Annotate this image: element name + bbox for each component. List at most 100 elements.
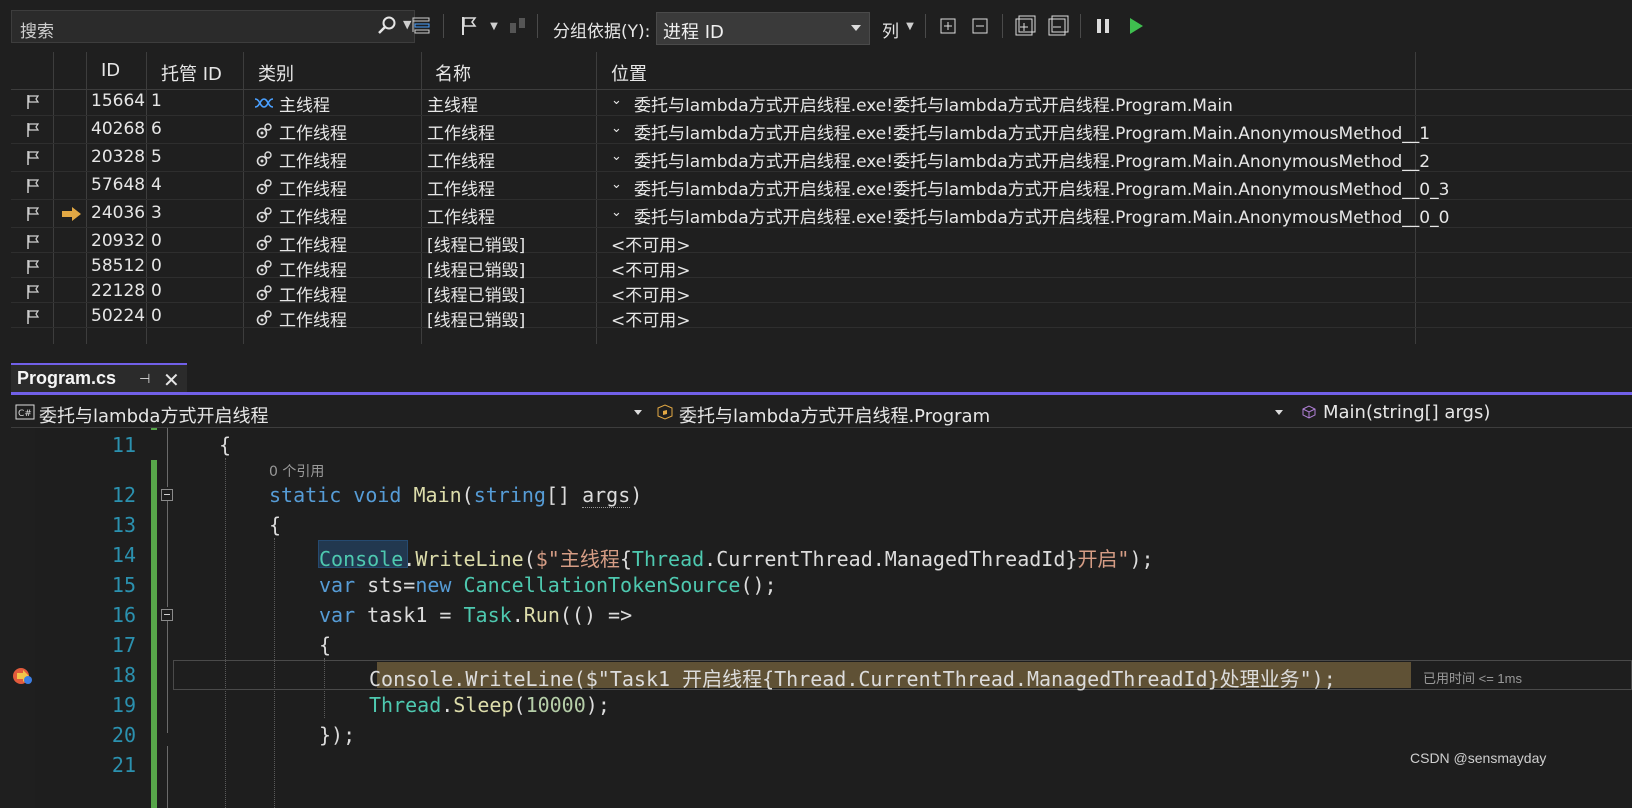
project-dropdown[interactable]: C# 委托与lambda方式开启线程 bbox=[11, 398, 647, 427]
member-dropdown[interactable]: Main(string[] args) bbox=[1295, 398, 1632, 426]
method-icon bbox=[1302, 405, 1316, 419]
code-line-19[interactable]: Thread.Sleep(10000); bbox=[369, 693, 610, 717]
line-number: 19 bbox=[111, 693, 136, 717]
pause-icon[interactable] bbox=[1089, 12, 1117, 40]
table-row[interactable]: 57648 4 工作线程 工作线程 ⌄ 委托与lambda方式开启线程.exe!委托与la… bbox=[11, 172, 1632, 200]
header-id[interactable]: ID bbox=[101, 60, 120, 81]
worker-thread-icon bbox=[256, 310, 272, 326]
flag-icon[interactable] bbox=[26, 259, 40, 275]
line-number: 13 bbox=[111, 513, 136, 537]
code-line-13[interactable]: { bbox=[269, 513, 281, 537]
line-number: 12 bbox=[111, 483, 136, 507]
table-row[interactable]: 20328 5 工作线程 工作线程 ⌄ 委托与lambda方式开启线程.exe!委托与la… bbox=[11, 144, 1632, 172]
member-name: Main(string[] args) bbox=[1323, 402, 1491, 423]
cell-name: 工作线程 bbox=[427, 124, 495, 144]
cell-id: 15664 bbox=[91, 91, 146, 111]
fold-guide bbox=[167, 428, 168, 487]
change-indicator bbox=[151, 460, 157, 808]
collapse-icon[interactable] bbox=[161, 489, 173, 501]
cell-category: 工作线程 bbox=[279, 208, 347, 228]
collapse-all-callstacks-icon[interactable] bbox=[1044, 12, 1072, 40]
cell-location[interactable]: 委托与lambda方式开启线程.exe!委托与lambda方式开启线程.Prog… bbox=[634, 147, 1430, 172]
elapsed-time-hint[interactable]: 已用时间 <= 1ms bbox=[1423, 668, 1522, 687]
columns-dropdown-icon[interactable]: ▼ bbox=[896, 12, 924, 40]
cell-managed-id: 5 bbox=[151, 147, 162, 167]
tab-program-cs[interactable]: Program.cs ⊣ ✕ bbox=[11, 363, 187, 394]
type-name: 委托与lambda方式开启线程.Program bbox=[679, 406, 991, 427]
search-input[interactable]: 搜索 bbox=[20, 17, 54, 42]
cell-location[interactable]: 委托与lambda方式开启线程.exe!委托与lambda方式开启线程.Prog… bbox=[634, 175, 1449, 200]
code-line-18[interactable]: Console.WriteLine($"Task1 开启线程{Thread.Cu… bbox=[369, 663, 1336, 692]
flag-icon[interactable] bbox=[26, 150, 40, 166]
glyph-margin[interactable] bbox=[11, 428, 35, 808]
code-editor[interactable]: 10 11 12 13 14 15 16 17 18 19 20 21 inte… bbox=[11, 428, 1632, 808]
cell-managed-id: 0 bbox=[151, 231, 162, 251]
code-line-20[interactable]: }); bbox=[319, 723, 355, 747]
collapse-groups-icon[interactable] bbox=[966, 12, 994, 40]
code-line-16[interactable]: var task1 = Task.Run(() => bbox=[319, 603, 632, 627]
project-name: 委托与lambda方式开启线程 bbox=[39, 406, 269, 427]
header-name[interactable]: 名称 bbox=[435, 60, 471, 86]
code-line-15[interactable]: var sts=new CancellationTokenSource(); bbox=[319, 573, 777, 597]
worker-thread-icon bbox=[256, 207, 272, 223]
expand-groups-icon[interactable] bbox=[934, 12, 962, 40]
code-line-12[interactable]: static void Main(string[] args) bbox=[269, 483, 642, 508]
flag-icon[interactable] bbox=[455, 12, 483, 40]
chevron-down-icon[interactable]: ⌄ bbox=[611, 205, 622, 220]
worker-thread-icon bbox=[256, 151, 272, 167]
chevron-down-icon[interactable]: ⌄ bbox=[611, 121, 622, 136]
threads-grid: ID 托管 ID 类别 名称 位置 15664 1 主线程 主线程 ⌄ 委托与lambda… bbox=[11, 52, 1632, 344]
collapse-icon[interactable] bbox=[161, 609, 173, 621]
flag-icon[interactable] bbox=[26, 284, 40, 300]
table-row[interactable]: 50224 0 工作线程 [线程已销毁] <不可用> bbox=[11, 303, 1632, 331]
freeze-threads-icon[interactable] bbox=[504, 12, 532, 40]
navigation-bar: C# 委托与lambda方式开启线程 委托与lambda方式开启线程.Progr… bbox=[11, 396, 1632, 428]
flag-icon[interactable] bbox=[26, 94, 40, 110]
cell-managed-id: 3 bbox=[151, 203, 162, 223]
current-statement-icon[interactable] bbox=[11, 665, 35, 687]
table-row[interactable]: 22128 0 工作线程 [线程已销毁] <不可用> bbox=[11, 278, 1632, 306]
table-row[interactable]: 24036 3 工作线程 工作线程 ⌄ 委托与lambda方式开启线程.exe!委托与la… bbox=[11, 200, 1632, 228]
chevron-down-icon bbox=[851, 25, 861, 31]
chevron-down-icon[interactable]: ⌄ bbox=[611, 149, 622, 164]
line-number: 20 bbox=[111, 723, 136, 747]
flag-icon[interactable] bbox=[26, 234, 40, 250]
search-box[interactable]: 搜索 ▼ bbox=[11, 10, 415, 43]
group-by-label: 分组依据(Y): bbox=[553, 22, 651, 42]
flag-icon[interactable] bbox=[26, 206, 40, 222]
flag-icon[interactable] bbox=[26, 309, 40, 325]
expand-all-callstacks-icon[interactable] bbox=[1011, 12, 1039, 40]
continue-icon[interactable] bbox=[1122, 12, 1150, 40]
code-line-11[interactable]: { bbox=[219, 433, 231, 457]
cell-category: 工作线程 bbox=[279, 180, 347, 200]
worker-thread-icon bbox=[256, 123, 272, 139]
code-line-14[interactable]: Console.WriteLine($"主线程{Thread.CurrentTh… bbox=[319, 543, 1154, 572]
chevron-down-icon[interactable]: ⌄ bbox=[611, 177, 622, 192]
table-row[interactable]: 58512 0 工作线程 [线程已销毁] <不可用> bbox=[11, 253, 1632, 281]
table-row[interactable]: 15664 1 主线程 主线程 ⌄ 委托与lambda方式开启线程.exe!委托与lamb… bbox=[11, 88, 1632, 116]
code-line-17[interactable]: { bbox=[319, 633, 331, 657]
type-dropdown[interactable]: 委托与lambda方式开启线程.Program bbox=[651, 398, 1294, 427]
search-icon[interactable] bbox=[374, 13, 400, 39]
table-row[interactable]: 40268 6 工作线程 工作线程 ⌄ 委托与lambda方式开启线程.exe!委托与la… bbox=[11, 116, 1632, 144]
line-number: 11 bbox=[111, 433, 136, 457]
cell-id: 20932 bbox=[91, 231, 146, 251]
reference-count-hint[interactable]: 0 个引用 bbox=[269, 461, 324, 481]
group-by-select[interactable]: 进程 ID bbox=[656, 12, 870, 45]
close-icon[interactable]: ✕ bbox=[163, 368, 180, 392]
pin-icon[interactable]: ⊣ bbox=[139, 372, 150, 387]
flag-icon[interactable] bbox=[26, 178, 40, 194]
cell-location[interactable]: 委托与lambda方式开启线程.exe!委托与lambda方式开启线程.Prog… bbox=[634, 203, 1449, 228]
expand-callstack-icon[interactable] bbox=[407, 12, 435, 40]
header-managed-id[interactable]: 托管 ID bbox=[161, 60, 222, 86]
table-row[interactable]: 20932 0 工作线程 [线程已销毁] <不可用> bbox=[11, 228, 1632, 256]
header-location[interactable]: 位置 bbox=[611, 60, 647, 86]
cell-name: [线程已销毁] bbox=[427, 311, 526, 331]
header-category[interactable]: 类别 bbox=[258, 60, 294, 86]
chevron-down-icon[interactable]: ⌄ bbox=[611, 93, 622, 108]
cell-managed-id: 0 bbox=[151, 256, 162, 276]
flag-icon[interactable] bbox=[26, 122, 40, 138]
cell-location[interactable]: 委托与lambda方式开启线程.exe!委托与lambda方式开启线程.Prog… bbox=[634, 91, 1233, 116]
cell-id: 40268 bbox=[91, 119, 146, 139]
cell-location[interactable]: 委托与lambda方式开启线程.exe!委托与lambda方式开启线程.Prog… bbox=[634, 119, 1430, 144]
